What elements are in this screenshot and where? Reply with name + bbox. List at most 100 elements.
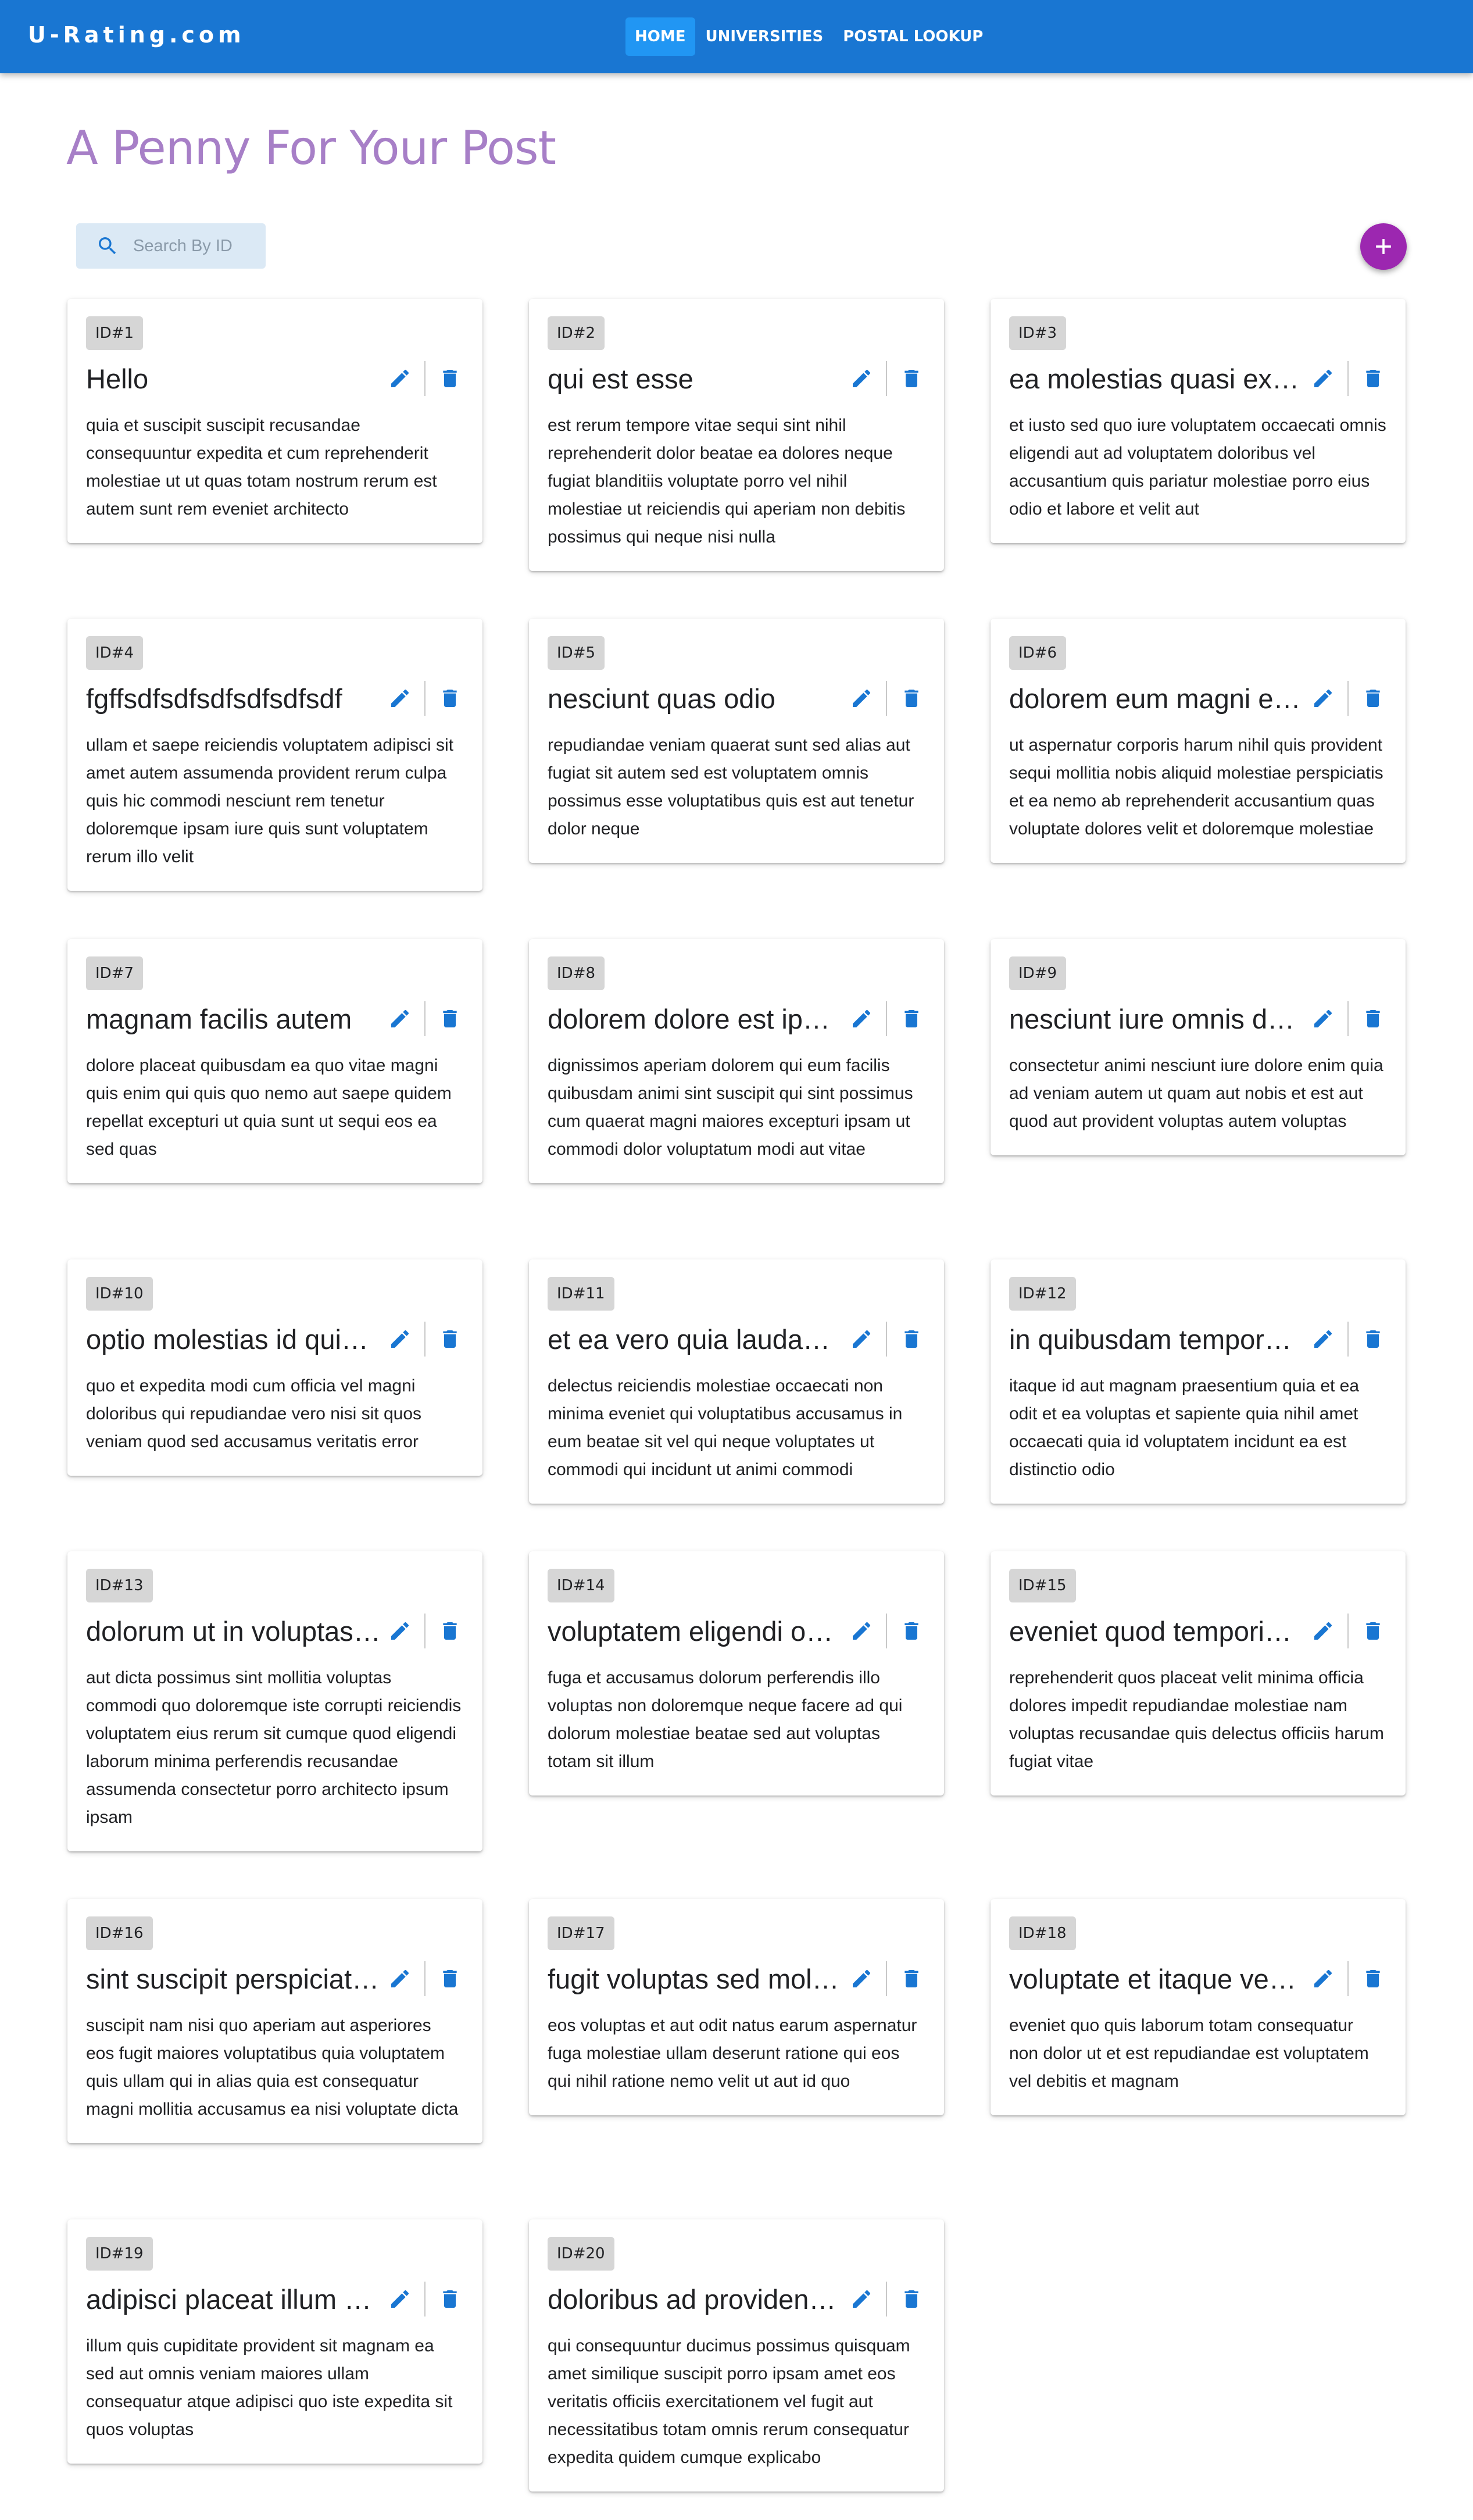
pencil-icon bbox=[853, 1330, 871, 1348]
pencil-icon bbox=[853, 1622, 871, 1640]
delete-button[interactable] bbox=[898, 684, 925, 712]
edit-button[interactable] bbox=[1309, 1325, 1337, 1353]
post-card: ID#16 sint suscipit perspiciatis velit d… bbox=[67, 1899, 482, 2143]
trash-icon bbox=[1366, 370, 1380, 387]
delete-button[interactable] bbox=[1359, 1325, 1387, 1353]
edit-button[interactable] bbox=[848, 1617, 875, 1645]
delete-button[interactable] bbox=[1359, 684, 1387, 712]
delete-button[interactable] bbox=[436, 2285, 464, 2313]
post-title: fugit voluptas sed molestias voluptatem … bbox=[548, 1963, 848, 1994]
search-input[interactable] bbox=[132, 235, 262, 256]
brand-logo[interactable]: U-Rating.com bbox=[28, 22, 245, 48]
search-box[interactable] bbox=[76, 223, 266, 269]
post-body: quia et suscipit suscipit recusandae con… bbox=[86, 416, 437, 519]
action-divider bbox=[886, 1614, 887, 1648]
pencil-icon bbox=[1314, 1330, 1332, 1348]
pencil-icon bbox=[1314, 689, 1332, 707]
delete-button[interactable] bbox=[898, 1617, 925, 1645]
trash-icon bbox=[443, 1330, 457, 1348]
post-title: fgffsdfsdfsdfsdfsdfsdf bbox=[86, 683, 342, 714]
post-card: ID#3 ea molestias quasi exercitationem r… bbox=[991, 299, 1406, 543]
post-body: ullam et saepe reiciendis voluptatem adi… bbox=[86, 736, 453, 866]
delete-button[interactable] bbox=[436, 684, 464, 712]
action-divider bbox=[424, 2282, 426, 2316]
trash-icon bbox=[443, 1010, 457, 1027]
post-card: ID#15 eveniet quod temporibus reprehende… bbox=[991, 1551, 1406, 1796]
edit-button[interactable] bbox=[386, 684, 414, 712]
post-id-chip: ID#4 bbox=[86, 636, 144, 670]
post-card: ID#9 nesciunt iure omnis dolorem tempora… bbox=[991, 939, 1406, 1155]
edit-button[interactable] bbox=[1309, 1965, 1337, 1993]
add-post-button[interactable] bbox=[1360, 223, 1407, 270]
pencil-icon bbox=[391, 1622, 409, 1640]
trash-icon bbox=[1366, 690, 1380, 707]
edit-button[interactable] bbox=[848, 2285, 875, 2313]
action-divider bbox=[424, 361, 426, 396]
post-title: doloribus ad provident suscipit at bbox=[548, 2283, 848, 2315]
edit-button[interactable] bbox=[848, 1005, 875, 1033]
nav-universities[interactable]: UNIVERSITIES bbox=[696, 17, 833, 56]
edit-button[interactable] bbox=[386, 2285, 414, 2313]
search-icon bbox=[99, 237, 116, 255]
post-id-chip: ID#12 bbox=[1009, 1277, 1076, 1311]
post-title: dolorum ut in voluptas mollitia et saepe… bbox=[86, 1615, 386, 1647]
delete-button[interactable] bbox=[436, 365, 464, 392]
action-divider bbox=[424, 1001, 426, 1036]
delete-button[interactable] bbox=[898, 1325, 925, 1353]
pencil-icon bbox=[1314, 1622, 1332, 1640]
edit-button[interactable] bbox=[848, 1965, 875, 1993]
post-card: ID#5 nesciunt quas odio repudiandae veni… bbox=[529, 619, 944, 863]
action-divider bbox=[424, 1614, 426, 1648]
post-id-chip: ID#20 bbox=[548, 2237, 614, 2271]
post-title: nesciunt iure omnis dolorem tempora et a… bbox=[1009, 1003, 1309, 1034]
nav-postal-lookup[interactable]: POSTAL LOOKUP bbox=[834, 17, 992, 56]
post-title: magnam facilis autem bbox=[86, 1003, 352, 1034]
trash-icon bbox=[443, 370, 457, 387]
edit-button[interactable] bbox=[1309, 1005, 1337, 1033]
delete-button[interactable] bbox=[1359, 1617, 1387, 1645]
post-card: ID#18 voluptate et itaque vero tempora m… bbox=[991, 1899, 1406, 2115]
edit-button[interactable] bbox=[386, 1005, 414, 1033]
delete-button[interactable] bbox=[898, 1005, 925, 1033]
delete-button[interactable] bbox=[436, 1005, 464, 1033]
post-title: sint suscipit perspiciatis velit dolorum… bbox=[86, 1963, 386, 1994]
delete-button[interactable] bbox=[436, 1617, 464, 1645]
page-title: A Penny For Your Post bbox=[66, 121, 556, 175]
action-divider bbox=[1347, 1614, 1349, 1648]
edit-button[interactable] bbox=[848, 1325, 875, 1353]
action-divider bbox=[424, 1961, 426, 1996]
post-id-chip: ID#3 bbox=[1009, 316, 1067, 350]
edit-button[interactable] bbox=[1309, 684, 1337, 712]
edit-button[interactable] bbox=[848, 365, 875, 392]
delete-button[interactable] bbox=[436, 1325, 464, 1353]
edit-button[interactable] bbox=[1309, 1617, 1337, 1645]
delete-button[interactable] bbox=[436, 1965, 464, 1993]
edit-button[interactable] bbox=[386, 1325, 414, 1353]
action-divider bbox=[1347, 1001, 1349, 1036]
delete-button[interactable] bbox=[898, 2285, 925, 2313]
post-title: Hello bbox=[86, 363, 149, 394]
edit-button[interactable] bbox=[386, 1965, 414, 1993]
action-divider bbox=[1347, 681, 1349, 716]
post-title: et ea vero quia laudantium autem bbox=[548, 1323, 848, 1355]
edit-button[interactable] bbox=[386, 1617, 414, 1645]
delete-button[interactable] bbox=[1359, 365, 1387, 392]
post-body: consectetur animi nesciunt iure dolore e… bbox=[1009, 1056, 1383, 1131]
delete-button[interactable] bbox=[1359, 1005, 1387, 1033]
delete-button[interactable] bbox=[898, 1965, 925, 1993]
edit-button[interactable] bbox=[1309, 365, 1337, 392]
delete-button[interactable] bbox=[898, 365, 925, 392]
trash-icon bbox=[443, 2290, 457, 2308]
action-divider bbox=[886, 361, 887, 396]
nav-home[interactable]: HOME bbox=[625, 17, 695, 56]
post-id-chip: ID#18 bbox=[1009, 1916, 1076, 1950]
pencil-icon bbox=[391, 1330, 409, 1348]
post-title: in quibusdam tempore odit est dolorem bbox=[1009, 1323, 1309, 1355]
post-card: ID#10 optio molestias id quia eum quo et… bbox=[67, 1259, 482, 1476]
delete-button[interactable] bbox=[1359, 1965, 1387, 1993]
trash-icon bbox=[904, 1330, 918, 1348]
edit-button[interactable] bbox=[848, 684, 875, 712]
edit-button[interactable] bbox=[386, 365, 414, 392]
pencil-icon bbox=[1314, 1009, 1332, 1027]
action-divider bbox=[1347, 1322, 1349, 1357]
